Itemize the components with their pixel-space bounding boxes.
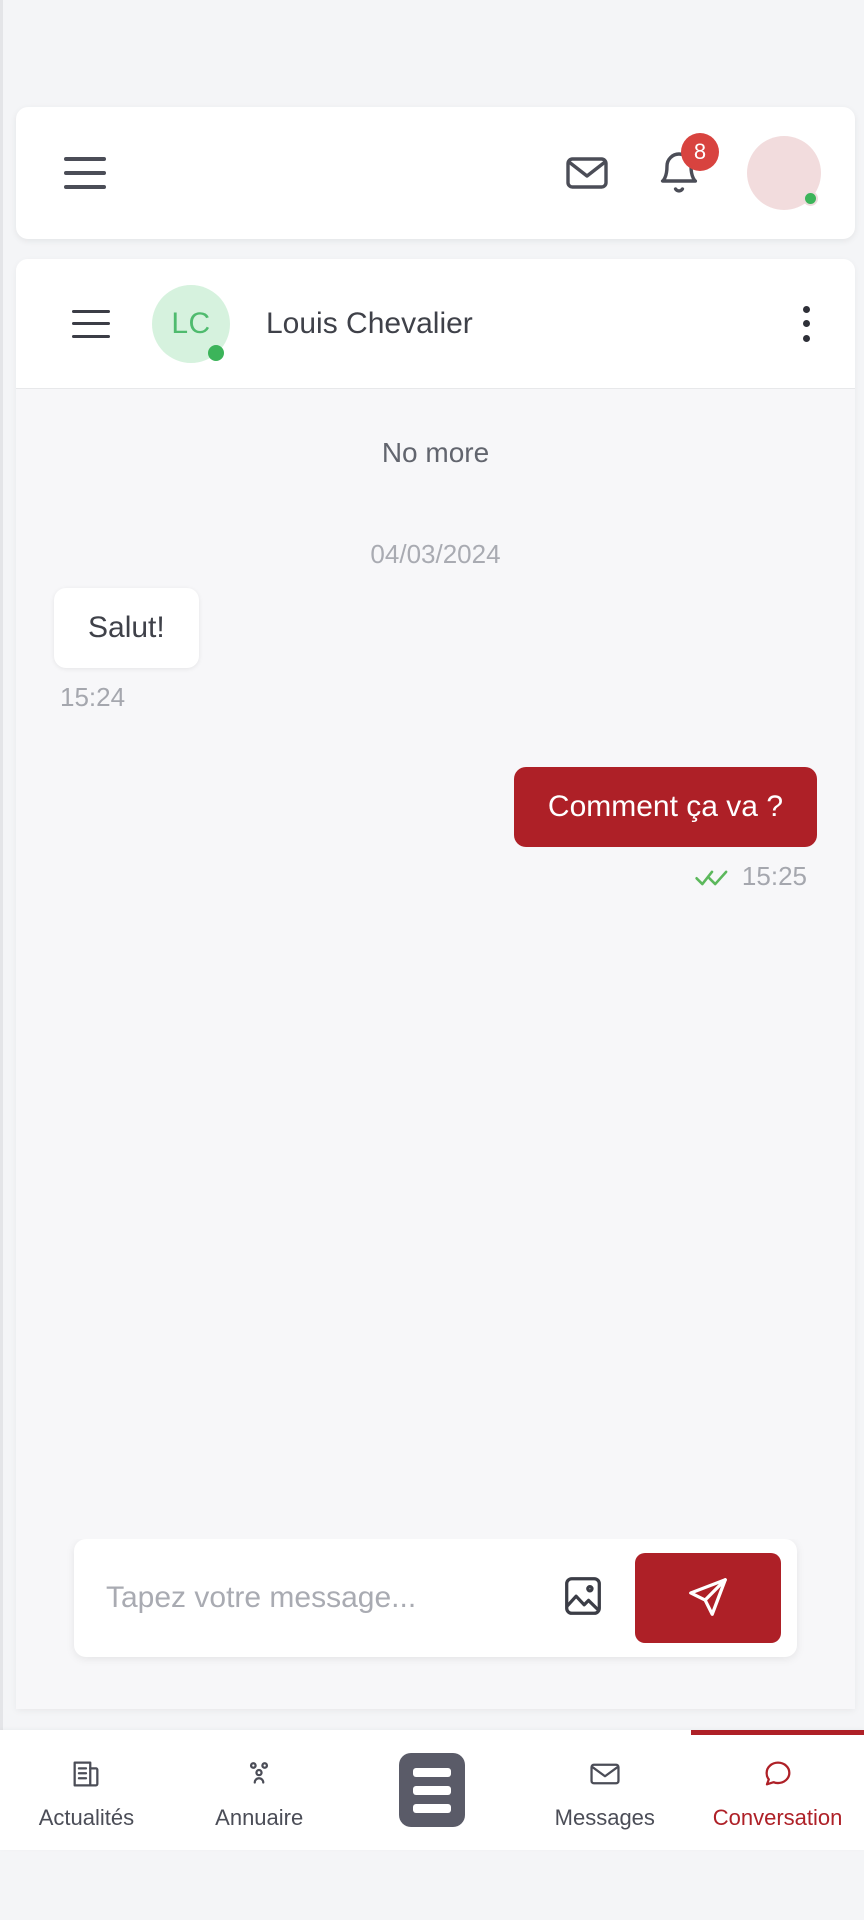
- hamburger-bar: [64, 185, 106, 189]
- top-app-bar-right: 8: [563, 133, 821, 210]
- kebab-dot: [802, 305, 810, 313]
- message-row: Comment ça va ?: [16, 767, 855, 847]
- contact-name: Louis Chevalier: [266, 306, 473, 340]
- message-timestamp: 15:24: [60, 682, 126, 712]
- message-meta: 15:24: [16, 682, 855, 713]
- bottom-navigation: Actualités Annuaire Messages Conversatio…: [0, 1730, 864, 1850]
- send-icon: [685, 1574, 731, 1623]
- contact-avatar-initials: LC: [171, 306, 211, 340]
- people-icon: [242, 1757, 276, 1797]
- chat-bubble-icon: [761, 1757, 795, 1797]
- top-app-bar: 8: [16, 107, 855, 239]
- top-app-bar-left: [64, 157, 106, 189]
- nav-label: Messages: [554, 1804, 655, 1830]
- online-status-dot: [208, 344, 224, 361]
- double-check-icon: [694, 866, 730, 888]
- message-row: Salut!: [16, 588, 855, 668]
- nav-item-annuaire[interactable]: Annuaire: [173, 1730, 346, 1850]
- notification-badge: 8: [681, 133, 719, 171]
- mail-button[interactable]: [563, 149, 611, 197]
- message-timestamp: 15:25: [741, 861, 807, 891]
- date-separator: 04/03/2024: [370, 539, 501, 569]
- nav-center-menu-button[interactable]: [346, 1730, 519, 1850]
- kebab-dot: [802, 320, 810, 327]
- nav-item-messages[interactable]: Messages: [518, 1730, 691, 1850]
- nav-label: Conversation: [712, 1804, 843, 1830]
- hamburger-bar: [72, 309, 110, 313]
- send-button[interactable]: [635, 1553, 781, 1643]
- composer-area: [16, 1539, 855, 1709]
- message-group-incoming: Salut! 15:24: [16, 588, 855, 713]
- message-input[interactable]: [106, 1581, 553, 1615]
- envelope-icon: [563, 149, 611, 197]
- user-avatar[interactable]: [747, 136, 821, 210]
- menu-grid-bar: [412, 1803, 451, 1813]
- menu-grid-bar: [412, 1785, 451, 1795]
- nav-label: Actualités: [38, 1804, 135, 1830]
- message-bubble-outgoing[interactable]: Comment ça va ?: [513, 767, 817, 847]
- hamburger-bar: [72, 334, 110, 338]
- nav-item-conversation[interactable]: Conversation: [691, 1730, 864, 1850]
- nav-label: Annuaire: [215, 1804, 304, 1830]
- menu-grid-bar: [412, 1767, 451, 1777]
- online-status-dot: [803, 191, 818, 206]
- hamburger-menu-icon[interactable]: [64, 157, 106, 189]
- kebab-dot: [802, 334, 810, 342]
- conversation-panel: LC Louis Chevalier No more 04/03/2024 Sa…: [16, 259, 855, 1709]
- kebab-menu-icon[interactable]: [791, 304, 821, 344]
- notifications-button[interactable]: 8: [655, 133, 719, 197]
- no-more-label: No more: [381, 437, 490, 468]
- page-left-edge: [0, 0, 3, 1800]
- news-icon: [69, 1757, 103, 1797]
- image-icon: [560, 1573, 606, 1624]
- message-bubble-incoming[interactable]: Salut!: [54, 588, 199, 668]
- hamburger-bar: [64, 171, 106, 175]
- app-root: 8 LC Louis Chevalier No more 04/03/2024 …: [0, 0, 864, 1920]
- hamburger-bar: [64, 157, 106, 161]
- contact-avatar[interactable]: LC: [152, 284, 230, 363]
- hamburger-bar: [72, 322, 110, 325]
- menu-grid-button[interactable]: [398, 1753, 465, 1827]
- attach-image-button[interactable]: [553, 1568, 613, 1628]
- message-composer: [74, 1539, 797, 1657]
- envelope-icon: [588, 1757, 622, 1797]
- conversation-header: LC Louis Chevalier: [16, 259, 855, 389]
- conversation-list-toggle-icon[interactable]: [72, 309, 110, 338]
- message-meta: 15:25: [16, 861, 855, 892]
- message-list[interactable]: No more 04/03/2024 Salut! 15:24 Comment …: [16, 389, 855, 1539]
- nav-item-actualites[interactable]: Actualités: [0, 1730, 173, 1850]
- message-group-outgoing: Comment ça va ? 15:25: [16, 767, 855, 892]
